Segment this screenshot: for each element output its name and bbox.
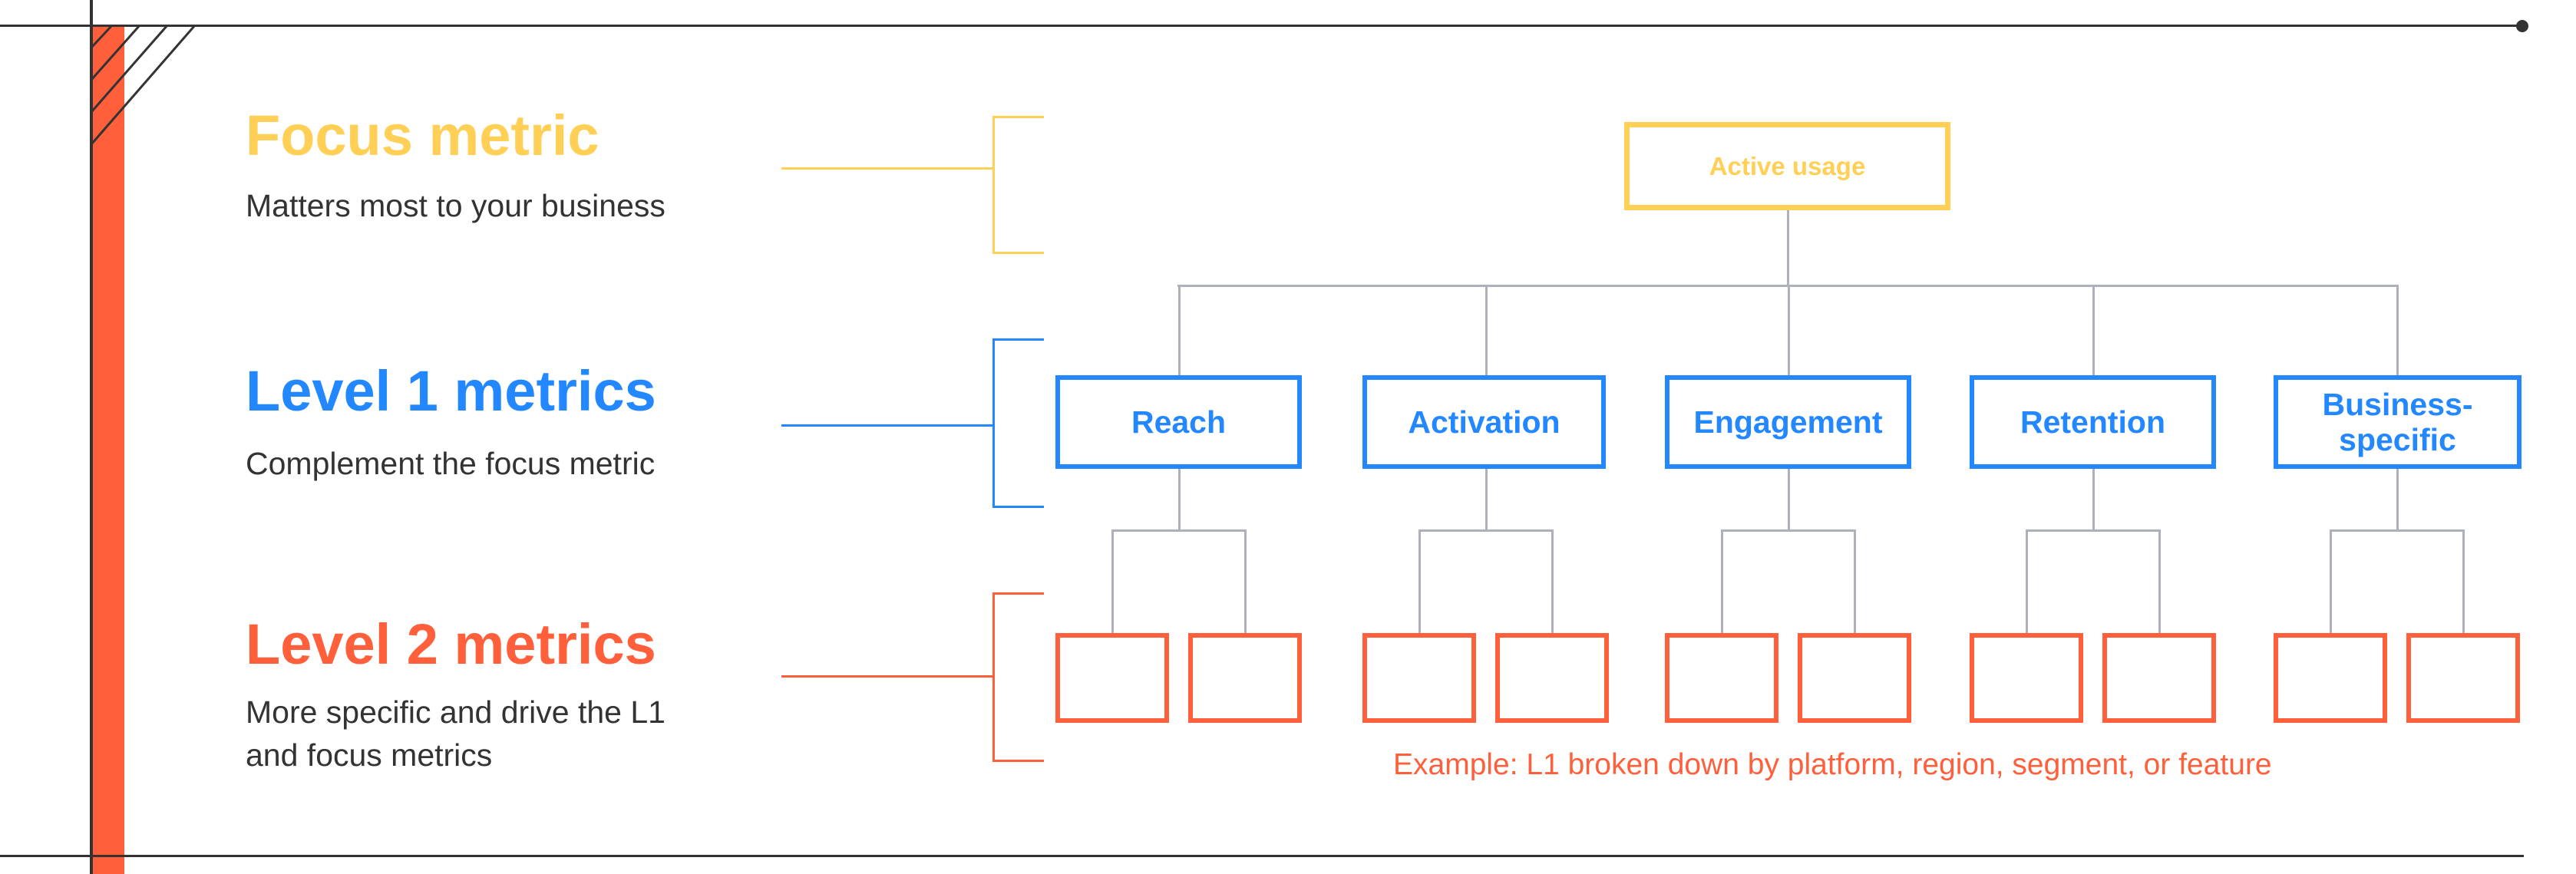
l2-box[interactable] [1362,633,1476,723]
level2-leader-line [781,675,993,678]
connector [1721,529,1856,532]
connector [1244,529,1247,633]
l1-label: Activation [1408,404,1560,440]
connector [2026,529,2161,532]
level1-description: Complement the focus metric [246,446,656,481]
connector [2330,529,2332,633]
l1-box-engagement[interactable]: Engagement [1665,375,1911,469]
connector [1418,529,1554,532]
connector [2396,285,2399,375]
connector [2158,529,2161,633]
connector [2330,529,2465,532]
level2-description-line2: and focus metrics [246,737,493,773]
frame-bottom-line [0,855,2524,857]
level1-title: Level 1 metrics [246,359,656,423]
hatch-line [90,24,114,49]
level2-description-line1: More specific and drive the L1 [246,694,665,730]
l2-box[interactable] [1665,633,1778,723]
level2-title: Level 2 metrics [246,612,656,676]
connector [1721,529,1723,633]
connector [1788,469,1790,529]
connector [1788,285,1790,375]
connector [1485,469,1488,529]
l1-box-retention[interactable]: Retention [1970,375,2216,469]
level2-bracket [992,592,1044,762]
l1-box-business-specific[interactable]: Business- specific [2274,375,2522,469]
connector [1551,529,1554,633]
focus-metric-box[interactable]: Active usage [1624,122,1950,210]
focus-metric-title: Focus metric [246,104,599,167]
connector [2396,469,2399,529]
l1-box-activation[interactable]: Activation [1362,375,1606,469]
l2-box[interactable] [2274,633,2387,723]
l2-box[interactable] [1495,633,1609,723]
connector [2026,529,2028,633]
l1-label-line1: Business- [2322,387,2473,422]
frame-end-dot [2516,20,2528,32]
level1-leader-line [781,424,993,427]
hatch-decoration [90,24,197,145]
connector [1854,529,1856,633]
focus-metric-label: Active usage [1709,151,1866,180]
hatch-line [90,25,141,81]
l2-box[interactable] [1970,633,2083,723]
connector [1787,210,1789,286]
focus-leader-line [781,167,993,170]
connector [1111,529,1114,633]
l2-box[interactable] [2102,633,2216,723]
l1-label: Retention [2020,404,2166,440]
connector [1485,285,1488,375]
connector [1178,285,1181,375]
connector [2092,469,2095,529]
connector [2092,285,2095,375]
connector [2462,529,2465,633]
l2-box[interactable] [2406,633,2520,723]
focus-metric-description: Matters most to your business [246,188,665,223]
l1-label: Engagement [1693,404,1883,440]
l2-box[interactable] [1055,633,1169,723]
connector [1418,529,1421,633]
frame-top-line [0,25,2522,27]
connector [1178,469,1181,529]
hatch-line [90,25,197,145]
focus-bracket [992,116,1044,254]
connector [1111,529,1247,532]
l1-label: Reach [1131,404,1227,440]
l2-box[interactable] [1188,633,1302,723]
level2-example-note: Example: L1 broken down by platform, reg… [1393,748,2272,781]
l1-box-reach[interactable]: Reach [1055,375,1302,469]
level1-bracket [992,338,1044,508]
l1-label-line2: specific [2339,422,2456,457]
l2-box[interactable] [1798,633,1911,723]
